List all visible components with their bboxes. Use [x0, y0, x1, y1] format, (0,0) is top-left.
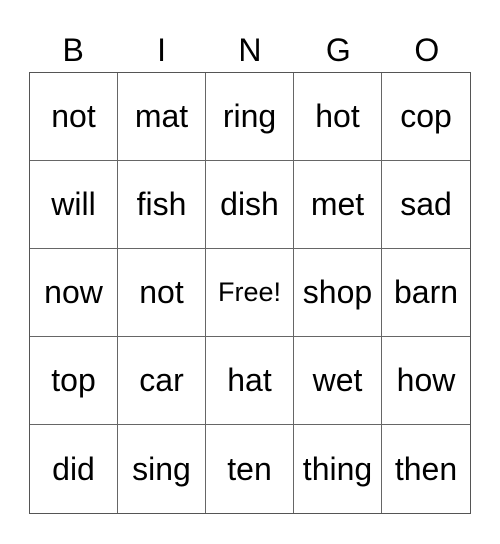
bingo-cell[interactable]: now	[30, 249, 118, 337]
header-letter-g: G	[325, 32, 351, 68]
bingo-cell[interactable]: cop	[382, 73, 470, 161]
free-space-cell[interactable]: Free!	[206, 249, 294, 337]
bingo-cell[interactable]: not	[118, 249, 206, 337]
bingo-cell[interactable]: not	[30, 73, 118, 161]
bingo-header: B I N G O	[29, 28, 471, 72]
bingo-cell[interactable]: will	[30, 161, 118, 249]
header-letter-o: O	[414, 32, 440, 68]
bingo-grid: not mat ring hot cop will fish dish met sad now not…	[29, 72, 471, 514]
bingo-cell[interactable]: sing	[118, 425, 206, 513]
bingo-cell[interactable]: car	[118, 337, 206, 425]
bingo-cell[interactable]: dish	[206, 161, 294, 249]
bingo-cell[interactable]: met	[294, 161, 382, 249]
bingo-cell[interactable]: hot	[294, 73, 382, 161]
bingo-cell[interactable]: fish	[118, 161, 206, 249]
bingo-cell[interactable]: did	[30, 425, 118, 513]
bingo-cell[interactable]: thing	[294, 425, 382, 513]
header-letter-n: N	[238, 32, 262, 68]
bingo-cell[interactable]: ten	[206, 425, 294, 513]
header-letter-i: I	[157, 32, 167, 68]
bingo-cell[interactable]: hat	[206, 337, 294, 425]
bingo-cell[interactable]: ring	[206, 73, 294, 161]
bingo-cell[interactable]: then	[382, 425, 470, 513]
bingo-cell[interactable]: how	[382, 337, 470, 425]
bingo-cell[interactable]: top	[30, 337, 118, 425]
bingo-cell[interactable]: wet	[294, 337, 382, 425]
bingo-cell[interactable]: mat	[118, 73, 206, 161]
header-letter-b: B	[62, 32, 84, 68]
bingo-cell[interactable]: sad	[382, 161, 470, 249]
bingo-cell[interactable]: barn	[382, 249, 470, 337]
bingo-cell[interactable]: shop	[294, 249, 382, 337]
